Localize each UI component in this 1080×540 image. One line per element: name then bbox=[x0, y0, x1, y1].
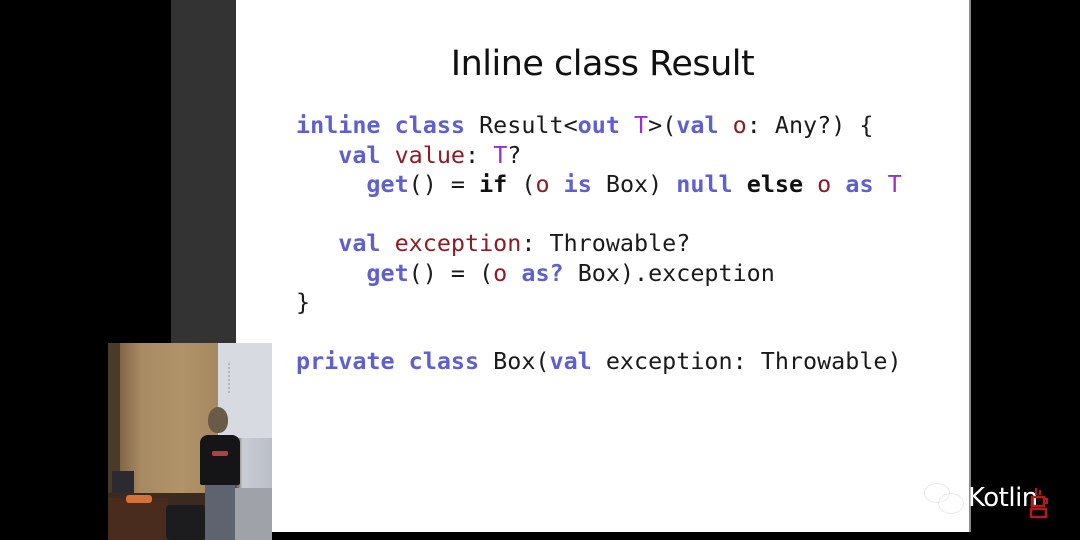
code-text: Box).exception bbox=[563, 258, 775, 287]
video-desk-object bbox=[126, 495, 152, 503]
video-laptop bbox=[112, 471, 134, 493]
code-identifier: o bbox=[493, 258, 508, 287]
speaker-video-inset[interactable] bbox=[108, 343, 272, 540]
code-text: >( bbox=[648, 111, 677, 139]
video-chair bbox=[166, 505, 206, 540]
slide-title: Inline class Result bbox=[450, 44, 755, 84]
code-line: get() = (o as? Box).exception bbox=[296, 259, 902, 289]
code-text: ? bbox=[507, 140, 522, 169]
code-text: ( bbox=[507, 170, 536, 198]
code-keyword: val bbox=[338, 140, 381, 169]
speaker-head bbox=[208, 407, 228, 433]
code-identifier: exception bbox=[394, 229, 522, 257]
code-text: : bbox=[465, 140, 494, 169]
slide: Inline class Result inline class Result<… bbox=[236, 0, 971, 532]
code-keyword: inline class bbox=[296, 111, 465, 139]
wechat-icon bbox=[924, 481, 968, 515]
speaker-legs bbox=[205, 485, 235, 540]
code-type-param: T bbox=[634, 111, 649, 139]
code-text: : Any?) { bbox=[746, 111, 874, 139]
code-keyword: val bbox=[338, 229, 381, 257]
code-text: } bbox=[296, 288, 311, 316]
code-identifier: value bbox=[394, 140, 466, 169]
code-keyword: as? bbox=[521, 258, 564, 287]
code-line: inline class Result<out T>(val o: Any?) … bbox=[296, 111, 902, 141]
code-control-keyword: if bbox=[479, 170, 508, 198]
code-keyword: get bbox=[366, 170, 409, 198]
code-identifier: o bbox=[732, 111, 747, 139]
code-line: get() = if (o is Box) null else o as T bbox=[296, 170, 902, 200]
code-block: inline class Result<out T>(val o: Any?) … bbox=[296, 111, 902, 377]
code-text: : Throwable? bbox=[521, 229, 691, 257]
code-type-param: T bbox=[887, 170, 902, 198]
speaker-shirt-logo bbox=[212, 451, 228, 456]
coffee-cup-icon bbox=[1029, 488, 1048, 519]
code-keyword: is bbox=[563, 170, 592, 198]
code-text: () = bbox=[408, 170, 480, 198]
presentation-side-panel bbox=[171, 0, 237, 343]
code-keyword: val bbox=[549, 347, 592, 375]
code-line: } bbox=[296, 288, 902, 318]
video-desk bbox=[108, 498, 168, 540]
code-line: val exception: Throwable? bbox=[296, 229, 902, 259]
code-text: () = ( bbox=[408, 258, 494, 287]
code-text: Box) bbox=[591, 170, 677, 198]
code-text: Result< bbox=[465, 111, 578, 139]
code-identifier: o bbox=[817, 170, 832, 198]
code-identifier: o bbox=[535, 170, 550, 198]
watermark: Kotlin bbox=[924, 478, 1038, 518]
code-keyword: null bbox=[676, 170, 733, 198]
video-screen-text bbox=[228, 363, 260, 393]
code-keyword: private class bbox=[296, 347, 480, 375]
code-text: Box( bbox=[479, 347, 550, 375]
code-keyword: val bbox=[676, 111, 719, 139]
code-line: private class Box(val exception: Throwab… bbox=[296, 347, 902, 377]
code-control-keyword: else bbox=[746, 170, 804, 198]
code-type-param: T bbox=[493, 140, 508, 169]
code-text: exception: Throwable) bbox=[591, 347, 902, 375]
speaker-body bbox=[200, 435, 240, 485]
code-keyword: as bbox=[845, 170, 874, 198]
code-line: val value: T? bbox=[296, 141, 902, 171]
code-keyword: out bbox=[577, 111, 620, 139]
code-keyword: get bbox=[366, 258, 409, 287]
